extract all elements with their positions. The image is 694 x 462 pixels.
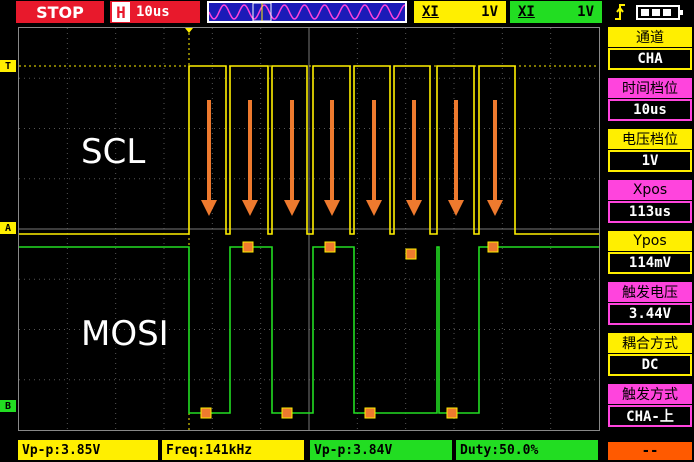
timebase-indicator[interactable]: H 10us [110, 1, 200, 23]
panel-value-4[interactable]: 114mV [608, 252, 692, 274]
panel-value-6[interactable]: DC [608, 354, 692, 376]
scl-label: SCL [81, 132, 146, 172]
graticule [19, 28, 599, 430]
channel-b-probe: XI [518, 4, 535, 20]
channel-a-probe: XI [422, 4, 439, 20]
waveform-overview-display [209, 3, 405, 21]
panel-header-1[interactable]: 时间档位 [608, 78, 692, 98]
run-stop-button[interactable]: STOP [16, 1, 104, 23]
scope-display[interactable]: SCL MOSI [18, 27, 600, 431]
trigger-edge-icon [610, 1, 630, 23]
channel-b-volts: 1V [577, 4, 594, 20]
timebase-value: 10us [136, 4, 170, 20]
panel-header-7[interactable]: 触发方式 [608, 384, 692, 404]
waveform-canvas [19, 28, 599, 430]
trigger-position-icon [185, 28, 193, 33]
ch-a-vpp-readout: Vp-p:3.85V [18, 440, 158, 460]
overview-wave-icon [209, 3, 405, 21]
ch-b-duty-readout: Duty:50.0% [456, 440, 598, 460]
channel-b-scale[interactable]: XI 1V [510, 1, 602, 23]
mosi-label: MOSI [81, 314, 169, 354]
trigger-level-marker[interactable]: T [0, 60, 16, 72]
channel-a-marker[interactable]: A [0, 222, 16, 234]
panel-header-5[interactable]: 触发电压 [608, 282, 692, 302]
panel-header-3[interactable]: Xpos [608, 180, 692, 200]
channel-a-volts: 1V [481, 4, 498, 20]
clock-edge-arrows [201, 100, 503, 216]
panel-value-1[interactable]: 10us [608, 99, 692, 121]
waveform-overview[interactable] [207, 1, 407, 23]
panel-header-6[interactable]: 耦合方式 [608, 333, 692, 353]
panel-value-7[interactable]: CHA-上 [608, 405, 692, 427]
panel-value-2[interactable]: 1V [608, 150, 692, 172]
panel-value-5[interactable]: 3.44V [608, 303, 692, 325]
panel-header-2[interactable]: 电压档位 [608, 129, 692, 149]
panel-value-3[interactable]: 113us [608, 201, 692, 223]
ch-a-freq-readout: Freq:141kHz [162, 440, 304, 460]
top-bar: STOP H 10us XI 1V XI 1V [0, 0, 694, 26]
ch-b-vpp-readout: Vp-p:3.84V [310, 440, 452, 460]
battery-icon [636, 5, 683, 20]
panel-value-0[interactable]: CHA [608, 48, 692, 70]
timebase-key: H [112, 2, 130, 22]
panel-footer[interactable]: -- [608, 442, 692, 460]
panel-header-0[interactable]: 通道 [608, 27, 692, 47]
channel-b-marker[interactable]: B [0, 400, 16, 412]
panel-header-4[interactable]: Ypos [608, 231, 692, 251]
channel-a-scale[interactable]: XI 1V [414, 1, 506, 23]
